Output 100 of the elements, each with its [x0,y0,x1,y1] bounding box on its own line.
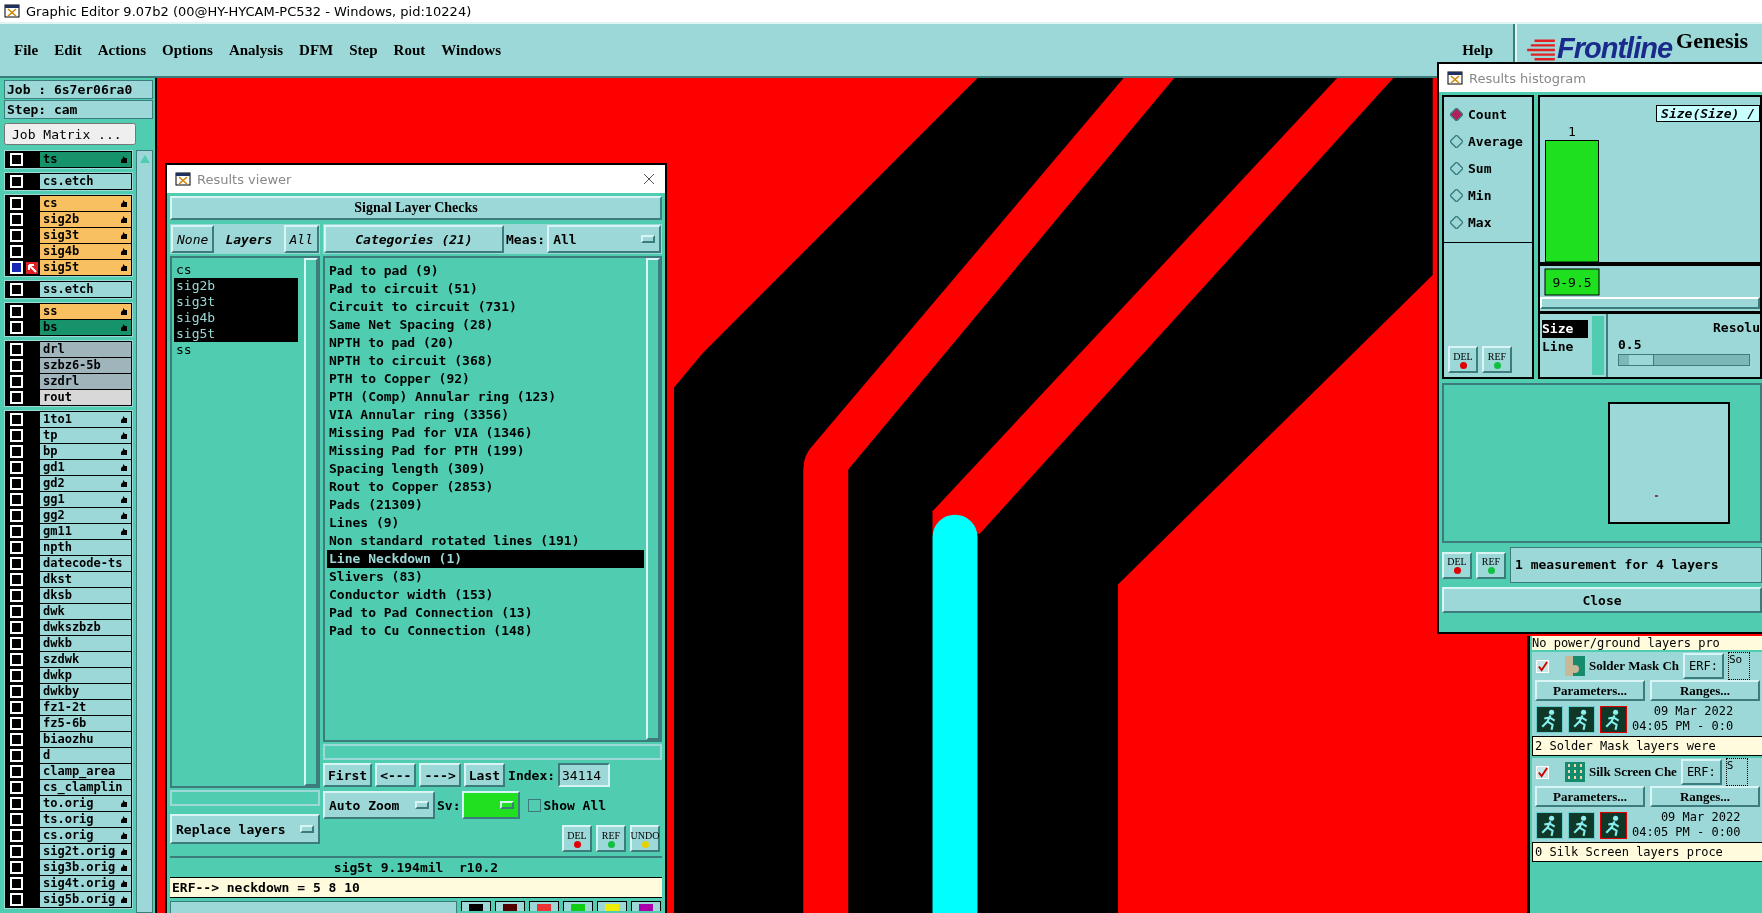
layer-checkbox[interactable] [10,781,23,794]
menu-item[interactable]: Rout [385,41,434,59]
erf-button[interactable]: ERF: [1680,759,1722,785]
layer-checkbox[interactable] [10,845,23,858]
layer-button[interactable]: sig5b.orig [40,892,131,907]
toolbar-icon[interactable] [597,901,627,911]
layer-button[interactable]: sig3b.orig [40,860,131,875]
meas-dropdown[interactable]: All [547,225,661,253]
layer-button[interactable]: ts [40,152,131,167]
layer-button[interactable]: dwkp [40,668,131,683]
layer-button[interactable]: cs.etch [40,174,131,189]
field-list-item[interactable]: Line [1542,338,1588,356]
layer-checkbox[interactable] [10,557,23,570]
layer-checkbox[interactable] [10,391,23,404]
category-item[interactable]: Missing Pad for PTH (199) [327,442,644,460]
layer-checkbox[interactable] [10,701,23,714]
icon-button[interactable]: DEL [1448,346,1478,373]
layer-checkbox[interactable] [10,245,23,258]
category-item[interactable]: Missing Pad for VIA (1346) [327,424,644,442]
sv-dropdown[interactable] [462,791,521,819]
category-item[interactable]: Lines (9) [327,514,644,532]
layer-button[interactable]: clamp_area [40,764,131,779]
run-icon[interactable] [1536,705,1563,733]
run-icon[interactable] [1568,705,1595,733]
layer-button[interactable]: szdrl [40,374,131,389]
layer-button[interactable]: sig2t.orig [40,844,131,859]
icon-button[interactable]: UNDO [630,825,660,852]
menu-item[interactable]: Edit [46,41,90,59]
toolbar-icon[interactable] [631,901,661,911]
nav-button[interactable]: Last [463,763,506,787]
nav-button[interactable]: <--- [375,763,417,787]
check-checkbox[interactable] [1536,659,1549,673]
layer-button[interactable]: dwk [40,604,131,619]
categories-button[interactable]: Categories (21) [324,225,504,253]
scrollbar[interactable] [136,150,153,913]
run-icon[interactable] [1568,811,1595,839]
layer-button[interactable]: dkst [40,572,131,587]
close-button[interactable]: Close [1442,587,1762,613]
menu-item[interactable]: Options [154,41,221,59]
layer-checkbox[interactable] [10,283,23,296]
menu-item[interactable]: Actions [89,41,154,59]
run-icon[interactable] [1536,811,1563,839]
layer-button[interactable]: dksb [40,588,131,603]
icon-button[interactable]: REF [1476,551,1506,579]
layer-checkbox[interactable] [10,829,23,842]
menu-item[interactable]: Windows [433,41,509,59]
layer-button[interactable]: drl [40,342,131,357]
parameters-button[interactable]: Parameters... [1535,680,1645,701]
category-item[interactable]: Conductor width (153) [327,586,644,604]
category-item[interactable]: Non standard rotated lines (191) [327,532,644,550]
erf-button[interactable]: ERF: [1683,653,1724,679]
layer-checkbox[interactable] [10,321,23,334]
layer-button[interactable]: sig4b [40,244,131,259]
layer-button[interactable]: tp [40,428,131,443]
ranges-button[interactable]: Ranges... [1650,786,1760,807]
layer-checkbox[interactable] [10,509,23,522]
layer-button[interactable]: sig2b [40,212,131,227]
radio-button[interactable] [1450,135,1463,148]
layer-checkbox[interactable] [10,477,23,490]
layer-checkbox[interactable] [10,605,23,618]
category-item[interactable]: Pad to Cu Connection (148) [327,622,644,640]
icon-button[interactable]: REF [1482,346,1512,373]
layer-checkbox[interactable] [10,197,23,210]
layer-checkbox[interactable] [10,797,23,810]
layer-checkbox[interactable] [10,717,23,730]
layer-button[interactable]: gg2 [40,508,131,523]
category-item[interactable]: Pads (21309) [327,496,644,514]
none-button[interactable]: None [171,225,215,253]
icon-button[interactable]: DEL [1442,551,1472,579]
all-button[interactable]: All [283,225,319,253]
layer-button[interactable]: szdwk [40,652,131,667]
layer-button[interactable]: biaozhu [40,732,131,747]
erf-field[interactable]: S [1725,758,1748,786]
job-matrix-button[interactable]: Job Matrix ... [4,123,136,145]
layer-checkbox[interactable] [10,589,23,602]
layer-button[interactable]: dwkby [40,684,131,699]
layer-button[interactable]: to.orig [40,796,131,811]
run-icon[interactable] [1600,811,1627,839]
layer-checkbox[interactable] [10,893,23,906]
layer-button[interactable]: gd1 [40,460,131,475]
category-item[interactable]: Pad to circuit (51) [327,280,644,298]
toolbar-field[interactable] [170,901,457,913]
layer-list-item[interactable]: sig3t [174,294,298,310]
category-item[interactable]: Spacing length (309) [327,460,644,478]
layer-button[interactable]: ts.orig [40,812,131,827]
layer-checkbox[interactable] [10,861,23,874]
layer-checkbox[interactable] [10,375,23,388]
layer-checkbox[interactable] [10,213,23,226]
auto-zoom-dropdown[interactable]: Auto Zoom [323,791,435,819]
layer-checkbox[interactable] [10,765,23,778]
category-item[interactable]: PTH (Comp) Annular ring (123) [327,388,644,406]
layer-checkbox[interactable] [10,429,23,442]
radio-button[interactable] [1450,189,1463,202]
layer-checkbox[interactable] [10,359,23,372]
menu-item[interactable]: File [6,41,47,59]
layer-checkbox[interactable] [10,153,23,166]
nav-button[interactable]: ---> [419,763,461,787]
layer-button[interactable]: fz5-6b [40,716,131,731]
layer-checkbox[interactable] [10,305,23,318]
layer-checkbox[interactable] [10,229,23,242]
